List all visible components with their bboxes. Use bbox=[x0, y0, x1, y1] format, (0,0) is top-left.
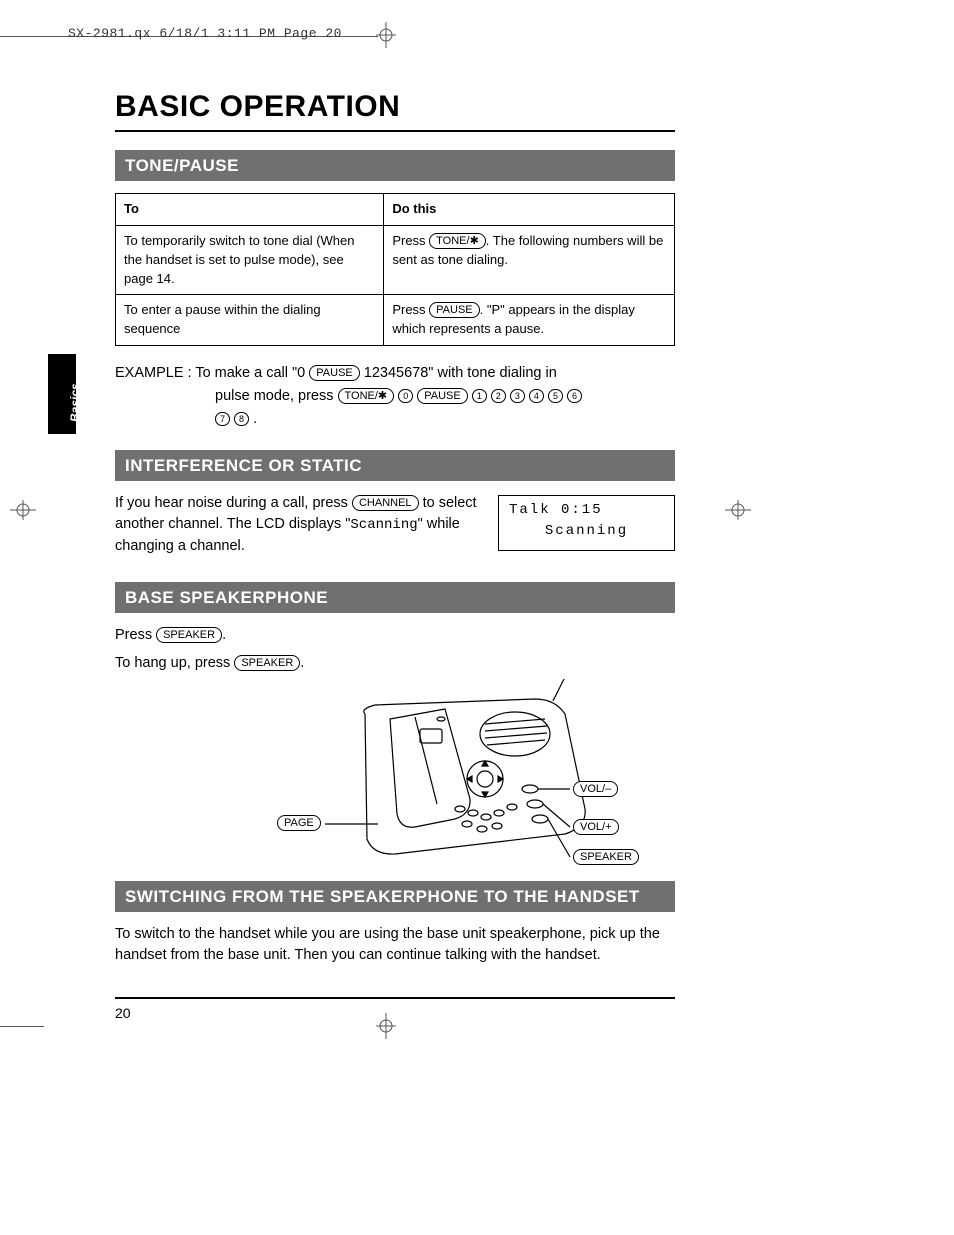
tone-pause-table: To Do this To temporarily switch to tone… bbox=[115, 193, 675, 346]
base-unit-diagram: PAGE VOL/– VOL/+ SPEAKER bbox=[115, 679, 675, 869]
cell-to-2: To enter a pause within the dialing sequ… bbox=[116, 295, 384, 346]
page-content: BASIC OPERATION TONE/PAUSE To Do this To… bbox=[115, 90, 675, 1021]
digit-button-icon: 7 bbox=[215, 412, 230, 426]
table-row: To enter a pause within the dialing sequ… bbox=[116, 295, 675, 346]
table-row: To temporarily switch to tone dial (When… bbox=[116, 225, 675, 295]
switching-body: To switch to the handset while you are u… bbox=[115, 924, 675, 968]
digit-button-icon: 2 bbox=[491, 389, 506, 403]
pause-button-icon: PAUSE bbox=[417, 388, 467, 404]
cell-to-1: To temporarily switch to tone dial (When… bbox=[116, 225, 384, 295]
lcd-display: Talk 0:15 Scanning bbox=[498, 495, 675, 551]
tone-star-button-icon: TONE/✱ bbox=[338, 388, 395, 404]
section-header-switching: SWITCHING FROM THE SPEAKERPHONE TO THE H… bbox=[115, 881, 675, 912]
channel-button-icon: CHANNEL bbox=[352, 495, 419, 511]
page-button-callout: PAGE bbox=[277, 815, 321, 831]
section-header-interference: INTERFERENCE OR STATIC bbox=[115, 450, 675, 481]
lcd-line-1: Talk 0:15 bbox=[509, 500, 664, 521]
example-block: EXAMPLE : To make a call "0 PAUSE 123456… bbox=[115, 362, 675, 432]
speaker-button-icon: SPEAKER bbox=[156, 627, 222, 643]
speaker-button-icon: SPEAKER bbox=[234, 655, 300, 671]
tone-star-button-icon: TONE/✱ bbox=[429, 233, 486, 249]
section-header-tone-pause: TONE/PAUSE bbox=[115, 150, 675, 181]
speaker-button-callout: SPEAKER bbox=[573, 849, 639, 865]
section-header-speakerphone: BASE SPEAKERPHONE bbox=[115, 582, 675, 613]
vol-plus-button-callout: VOL/+ bbox=[573, 819, 619, 835]
table-header-do: Do this bbox=[384, 194, 675, 226]
pause-button-icon: PAUSE bbox=[309, 365, 359, 381]
digit-button-icon: 5 bbox=[548, 389, 563, 403]
vol-minus-button-callout: VOL/– bbox=[573, 781, 618, 797]
registration-mark-left bbox=[10, 500, 36, 520]
registration-mark-right bbox=[725, 500, 751, 520]
table-header-to: To bbox=[116, 194, 384, 226]
digit-button-icon: 4 bbox=[529, 389, 544, 403]
page-title: BASIC OPERATION bbox=[115, 90, 675, 132]
lcd-line-2: Scanning bbox=[509, 521, 664, 542]
base-unit-illustration bbox=[115, 679, 675, 869]
page-number: 20 bbox=[115, 997, 675, 1021]
scanning-text: Scanning bbox=[350, 517, 417, 533]
digit-button-icon: 0 bbox=[398, 389, 413, 403]
cell-do-1: Press TONE/✱. The following numbers will… bbox=[384, 225, 675, 295]
digit-button-icon: 3 bbox=[510, 389, 525, 403]
digit-button-icon: 1 bbox=[472, 389, 487, 403]
cell-do-2: Press PAUSE. "P" appears in the display … bbox=[384, 295, 675, 346]
digit-button-icon: 6 bbox=[567, 389, 582, 403]
side-tab-label: Basics bbox=[68, 383, 82, 422]
interference-body: Talk 0:15 Scanning If you hear noise dur… bbox=[115, 493, 675, 559]
digit-button-icon: 8 bbox=[234, 412, 249, 426]
registration-mark-top bbox=[376, 22, 396, 48]
side-tab-basics: Basics bbox=[48, 354, 76, 434]
print-slug: SX-2981.qx 6/18/1 3:11 PM Page 20 bbox=[68, 26, 342, 41]
pause-button-icon: PAUSE bbox=[429, 302, 479, 318]
crop-line-bottom-left bbox=[0, 1026, 44, 1027]
speakerphone-body: Press SPEAKER. To hang up, press SPEAKER… bbox=[115, 625, 675, 675]
